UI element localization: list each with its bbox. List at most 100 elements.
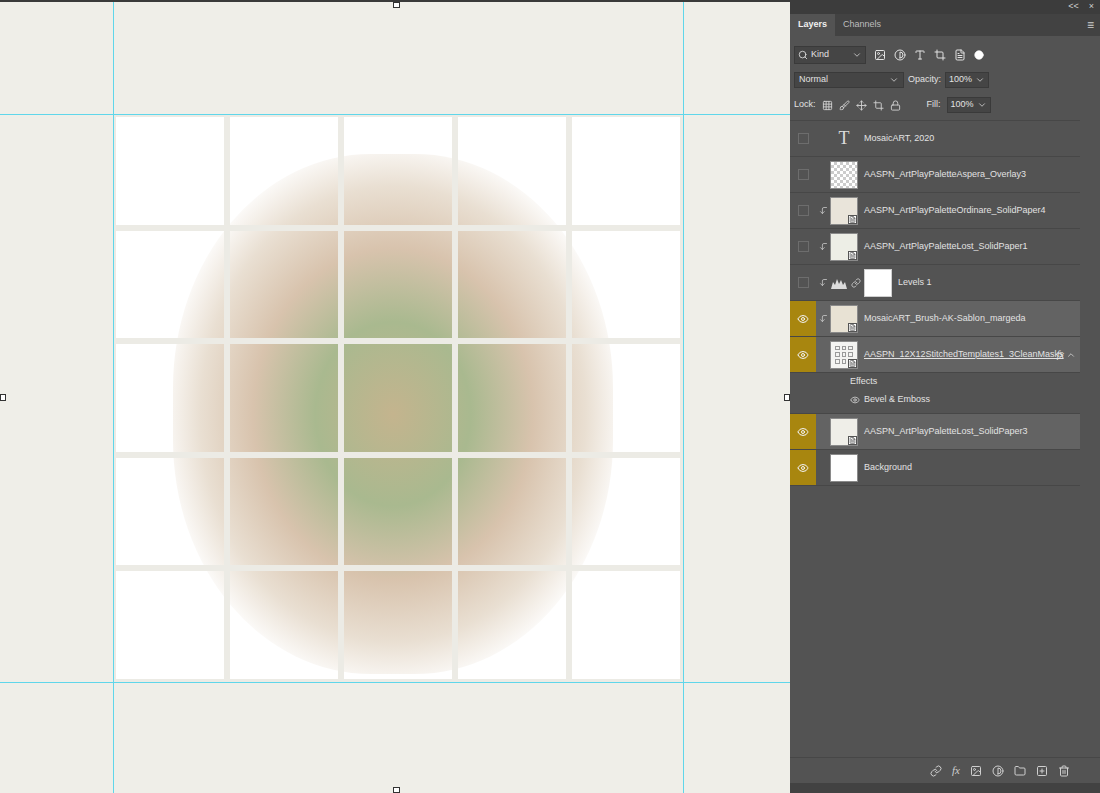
- tile: [341, 568, 455, 682]
- new-layer-icon[interactable]: [1036, 765, 1048, 777]
- hidden-box[interactable]: [798, 277, 809, 288]
- layer-name[interactable]: AASPN_ArtPlayPaletteAspera_Overlay3: [864, 157, 1080, 192]
- lock-all-icon[interactable]: [890, 100, 901, 111]
- fx-badge[interactable]: fx: [1057, 347, 1064, 362]
- add-style-button[interactable]: fx: [952, 762, 960, 779]
- guide-line[interactable]: [683, 2, 684, 793]
- visibility-toggle[interactable]: [790, 265, 816, 300]
- layer-row[interactable]: TMosaicART, 2020: [790, 121, 1080, 157]
- opacity-field[interactable]: 100%: [945, 72, 989, 88]
- visibility-toggle[interactable]: [790, 193, 816, 228]
- hidden-box[interactable]: [798, 205, 809, 216]
- guide-line[interactable]: [0, 114, 790, 115]
- eye-icon[interactable]: [797, 462, 809, 474]
- hidden-box[interactable]: [798, 241, 809, 252]
- levels-icon: [830, 276, 848, 290]
- smart-object-badge-icon: [848, 359, 857, 368]
- clip-arrow-icon: [819, 314, 828, 323]
- transform-handle[interactable]: [393, 2, 400, 8]
- layer-row[interactable]: AASPN_ArtPlayPaletteAspera_Overlay3: [790, 157, 1080, 193]
- lock-artboard-icon[interactable]: [873, 100, 884, 111]
- visibility-toggle[interactable]: [790, 301, 816, 336]
- layer-thumbnail: [830, 454, 858, 482]
- layer-group: AASPN_ArtPlayPaletteLost_SolidPaper3: [790, 414, 1080, 450]
- layer-row[interactable]: Background: [790, 450, 1080, 486]
- layer-row[interactable]: AASPN_ArtPlayPaletteLost_SolidPaper1: [790, 229, 1080, 265]
- layer-row[interactable]: AASPN_ArtPlayPaletteLost_SolidPaper3: [790, 414, 1080, 450]
- visibility-toggle[interactable]: [790, 229, 816, 264]
- type-filter-icon[interactable]: [914, 49, 926, 61]
- opacity-label: Opacity:: [908, 73, 941, 87]
- canvas[interactable]: [0, 0, 790, 793]
- layer-thumbnail: [830, 341, 858, 369]
- eye-icon[interactable]: [850, 395, 860, 405]
- add-mask-icon[interactable]: [970, 765, 982, 777]
- new-group-icon[interactable]: [1014, 765, 1026, 777]
- panel-tab[interactable]: Layers: [790, 14, 835, 36]
- filter-dropdown[interactable]: Kind: [794, 46, 866, 64]
- tile: [455, 341, 569, 455]
- tile: [569, 568, 683, 682]
- transform-handle[interactable]: [784, 394, 790, 401]
- tile: [227, 228, 341, 342]
- tile: [227, 114, 341, 228]
- lock-transparency-icon[interactable]: [822, 100, 833, 111]
- lock-row: Lock:Fill:100%: [790, 94, 1100, 116]
- eye-icon[interactable]: [797, 426, 809, 438]
- layer-thumbnail: [830, 418, 858, 446]
- photoshop-window: << × LayersChannels ≡ Kind Normal Opacity: 100%…: [0, 0, 1100, 793]
- visibility-toggle[interactable]: [790, 337, 816, 372]
- tile: [227, 341, 341, 455]
- chevron-icon: [889, 75, 899, 85]
- eye-icon[interactable]: [797, 313, 809, 325]
- lock-pixels-icon[interactable]: [839, 100, 850, 111]
- layer-name[interactable]: AASPN_ArtPlayPaletteOrdinare_SolidPaper4: [864, 193, 1080, 228]
- transform-handle[interactable]: [393, 787, 400, 793]
- filter-toggle-icon[interactable]: [974, 50, 984, 60]
- layer-mask-thumbnail: [864, 269, 892, 297]
- visibility-toggle[interactable]: [790, 121, 816, 156]
- layer-row[interactable]: Levels 1: [790, 265, 1080, 301]
- shape-filter-icon[interactable]: [934, 49, 946, 61]
- panel-tab[interactable]: Channels: [835, 14, 889, 36]
- eye-icon[interactable]: [797, 349, 809, 361]
- hidden-box[interactable]: [798, 133, 809, 144]
- chain-icon[interactable]: [851, 278, 861, 288]
- collapse-icon[interactable]: [1066, 350, 1076, 360]
- layer-name[interactable]: Levels 1: [898, 265, 1080, 300]
- adjustment-filter-icon[interactable]: [894, 49, 906, 61]
- guide-line[interactable]: [0, 682, 790, 683]
- delete-layer-icon[interactable]: [1058, 765, 1070, 777]
- lock-position-icon[interactable]: [856, 100, 867, 111]
- layer-name[interactable]: Background: [864, 450, 1080, 485]
- new-adjustment-icon[interactable]: [992, 765, 1004, 777]
- layer-row[interactable]: AASPN_12X12StitchedTemplates1_3CleanMask…: [790, 337, 1080, 373]
- panel-menu-button[interactable]: ≡: [1087, 14, 1100, 36]
- visibility-toggle[interactable]: [790, 450, 816, 485]
- layer-list: TMosaicART, 2020AASPN_ArtPlayPaletteAspe…: [790, 120, 1080, 757]
- close-button[interactable]: ×: [1089, 0, 1094, 14]
- visibility-toggle[interactable]: [790, 414, 816, 449]
- smart-object-badge-icon: [848, 215, 857, 224]
- layer-row[interactable]: MosaicART_Brush-AK-Sablon_margeda: [790, 301, 1080, 337]
- fill-label: Fill:: [927, 98, 941, 112]
- collapse-button[interactable]: <<: [1068, 0, 1079, 14]
- tile: [113, 455, 227, 569]
- link-layers-icon[interactable]: [930, 765, 942, 777]
- layer-row[interactable]: AASPN_ArtPlayPaletteOrdinare_SolidPaper4: [790, 193, 1080, 229]
- effect-row[interactable]: Bevel & Emboss: [790, 391, 1080, 409]
- visibility-toggle[interactable]: [790, 157, 816, 192]
- layer-name[interactable]: MosaicART, 2020: [864, 121, 1080, 156]
- layer-name[interactable]: MosaicART_Brush-AK-Sablon_margeda: [864, 301, 1080, 336]
- transform-handle[interactable]: [0, 394, 6, 401]
- blend-mode-dropdown[interactable]: Normal: [794, 72, 904, 88]
- hidden-box[interactable]: [798, 169, 809, 180]
- fill-field[interactable]: 100%: [947, 97, 991, 113]
- layer-name[interactable]: AASPN_ArtPlayPaletteLost_SolidPaper3: [864, 414, 1080, 449]
- layer-name[interactable]: AASPN_ArtPlayPaletteLost_SolidPaper1: [864, 229, 1080, 264]
- guide-line[interactable]: [113, 2, 114, 793]
- pixel-filter-icon[interactable]: [874, 49, 886, 61]
- clip-arrow-icon: [819, 206, 828, 215]
- layer-name[interactable]: AASPN_12X12StitchedTemplates1_3CleanMask…: [864, 337, 1057, 372]
- smart-filter-icon[interactable]: [954, 49, 966, 61]
